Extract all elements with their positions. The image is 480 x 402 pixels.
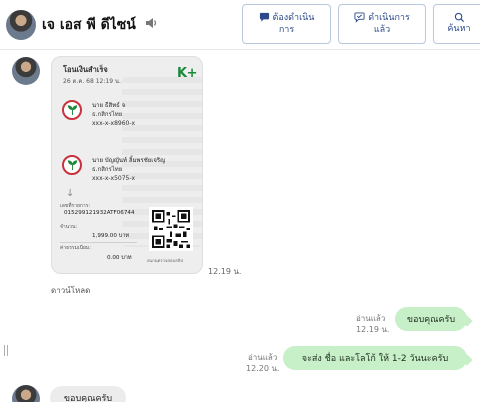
message-timestamp: 12.19 น. — [356, 325, 390, 334]
incoming-message[interactable]: ขอบคุณครับ — [50, 386, 126, 402]
kbank-logo-icon — [62, 155, 82, 175]
arrow-down-icon: ↓ — [66, 188, 75, 199]
receiver-account-number: xxx-x-x5075-x — [92, 175, 136, 182]
done-label-2: แล้ว — [373, 25, 391, 35]
todo-label: ต้องดำเนิน — [272, 12, 315, 23]
sender-account-number: xxx-x-x8960-x — [92, 120, 136, 127]
contact-name[interactable]: เจ เอส พี ดีไซน์ — [42, 14, 136, 36]
contact-avatar[interactable] — [6, 10, 36, 40]
search-label: ค้นหา — [447, 24, 471, 35]
kplus-logo: K+ — [177, 66, 197, 81]
sender-name: นาย ธีสิทธ์ จ — [92, 102, 126, 109]
slip-date: 26 ต.ค. 68 12:19 น. — [63, 78, 121, 85]
todo-button[interactable]: ต้องดำเนิน การ — [242, 4, 331, 44]
fee-label: ค่าธรรมเนียม: — [60, 245, 91, 251]
slip-title: โอนเงินสำเร็จ — [63, 65, 108, 74]
sender-account: นาย ธีสิทธ์ จ ธ.กสิกรไทย xxx-x-x8960-x — [92, 101, 135, 128]
receiver-name: นาย บัญญันท์ ลิ้มพรชัยเจริญ — [92, 157, 166, 164]
chat-header: เจ เอส พี ดีไซน์ ต้องดำเนิน การ ดำเนินกา… — [0, 0, 480, 50]
done-label: ดำเนินการ — [368, 12, 410, 23]
sender-bank: ธ.กสิกรไทย — [92, 111, 123, 118]
transfer-slip-image[interactable]: โอนเงินสำเร็จ 26 ต.ค. 68 12:19 น. K+ นาย… — [51, 56, 203, 274]
slip-divider — [60, 242, 137, 243]
search-icon — [454, 13, 464, 23]
speech-bubble-check-icon — [354, 12, 365, 24]
speech-bubble-icon — [259, 13, 269, 23]
qr-caption: สแกนตรวจสอบสลิป — [147, 258, 183, 263]
slip-timestamp: 12.19 น. — [208, 267, 242, 276]
sender-avatar[interactable] — [12, 57, 40, 85]
amount-label: จำนวน: — [60, 224, 78, 230]
search-button[interactable]: ค้นหา — [433, 4, 480, 44]
resize-handle[interactable] — [4, 345, 8, 356]
todo-label-2: การ — [278, 25, 295, 35]
sender-avatar[interactable] — [12, 385, 40, 402]
qr-code — [149, 207, 193, 251]
fee-value: 0.00 บาท — [107, 255, 132, 261]
amount-value: 1,999.00 บาท — [92, 233, 130, 239]
download-link[interactable]: ดาวน์โหลด — [51, 284, 90, 297]
receiver-bank: ธ.กสิกรไทย — [92, 166, 123, 173]
outgoing-message[interactable]: จะส่ง ชื่อ และโลโก้ ให้ 1-2 วันนะครับ — [283, 346, 467, 370]
message-timestamp: 12.20 น. — [246, 364, 280, 373]
outgoing-message[interactable]: ขอบคุณครับ — [395, 307, 467, 331]
ref-label: เลขที่รายการ: — [60, 203, 91, 209]
done-button[interactable]: ดำเนินการ แล้ว — [338, 4, 426, 44]
kbank-logo-icon — [62, 100, 82, 120]
speaker-icon[interactable] — [144, 16, 158, 30]
receiver-account: นาย บัญญันท์ ลิ้มพรชัยเจริญ ธ.กสิกรไทย x… — [92, 156, 165, 183]
ref-value: 015299121932ATF06744 — [64, 210, 135, 216]
